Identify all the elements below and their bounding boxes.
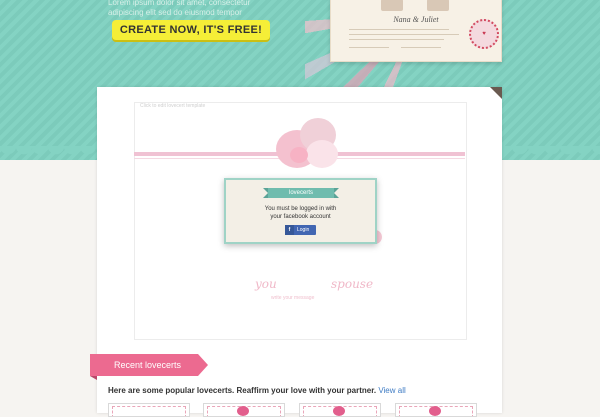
recent-lovecerts-tab: Recent lovecerts xyxy=(90,354,208,380)
lovecert-thumbnail[interactable] xyxy=(108,403,190,417)
cert-text-line xyxy=(349,29,449,30)
facebook-login-button[interactable]: f Login xyxy=(285,225,316,235)
cert-text-line xyxy=(349,39,444,40)
view-all-link[interactable]: View all xyxy=(378,386,405,395)
promo-body-text: Lorem ipsum dolor sit amet, consectetur … xyxy=(108,0,251,17)
lovecert-thumbnail[interactable] xyxy=(395,403,477,417)
sample-certificate: Nana & Juliet ♥ xyxy=(330,0,502,62)
login-message-line2: your facebook account xyxy=(270,214,331,220)
editor-hint: Click to edit lovecert template xyxy=(140,103,206,109)
avatar-right xyxy=(427,0,449,11)
modal-title: lovecerts xyxy=(263,188,339,198)
rose-icon xyxy=(333,406,345,416)
avatar-left xyxy=(381,0,403,11)
lovecert-thumbnail[interactable] xyxy=(203,403,285,417)
create-now-button[interactable]: CREATE NOW, IT'S FREE! xyxy=(112,20,270,40)
cert-signature-line xyxy=(401,47,441,48)
partner-name-right[interactable]: spouse xyxy=(331,277,373,291)
login-message-line1: You must be logged in with xyxy=(264,206,337,212)
recent-intro-text: Here are some popular lovecerts. Reaffir… xyxy=(108,386,377,395)
message-placeholder[interactable]: write your message xyxy=(271,295,314,301)
corner-fold xyxy=(490,87,502,99)
facebook-login-label: Login xyxy=(297,227,310,233)
login-modal: lovecerts You must be logged in with you… xyxy=(224,178,377,244)
flower-decoration-icon xyxy=(306,140,338,168)
flower-decoration-icon xyxy=(290,147,308,163)
lovecert-thumbnail[interactable] xyxy=(299,403,381,417)
recent-intro: Here are some popular lovecerts. Reaffir… xyxy=(108,386,406,395)
cert-signature-line xyxy=(349,47,389,48)
partner-name-left[interactable]: you xyxy=(255,277,277,291)
login-message: You must be logged in with your facebook… xyxy=(226,205,375,221)
rose-icon xyxy=(429,406,441,416)
facebook-icon: f xyxy=(285,225,294,235)
seal-stamp-icon: ♥ xyxy=(469,19,499,49)
cert-text-line xyxy=(349,34,459,35)
rose-icon xyxy=(237,406,249,416)
